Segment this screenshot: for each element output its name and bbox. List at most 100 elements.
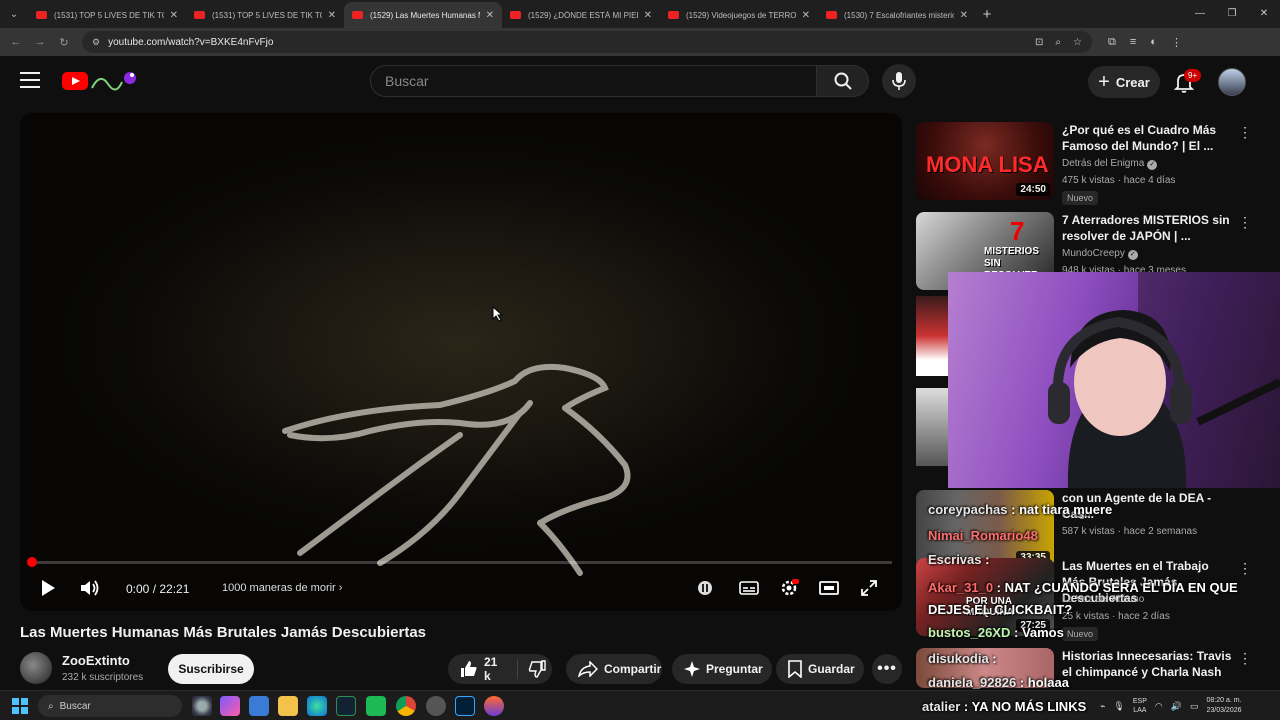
speaker-icon[interactable]: 🔊 xyxy=(1171,701,1182,712)
gear-icon xyxy=(781,579,799,596)
store-icon[interactable] xyxy=(249,696,269,716)
tab-close-icon[interactable]: ✕ xyxy=(644,10,652,21)
bookmark-star-icon[interactable]: ☆ xyxy=(1073,37,1082,48)
site-info-icon[interactable]: ⚙ xyxy=(92,37,100,48)
search-input[interactable]: Buscar xyxy=(370,65,817,97)
more-vertical-icon[interactable]: ⋮ xyxy=(1238,124,1252,141)
copilot-icon[interactable] xyxy=(220,696,240,716)
taskbar-search[interactable]: ⌕ Buscar xyxy=(38,695,182,717)
more-vertical-icon[interactable]: ⋮ xyxy=(1238,214,1252,231)
create-button[interactable]: + Crear xyxy=(1088,66,1160,98)
zoom-icon[interactable]: ⌕ xyxy=(1055,37,1061,48)
back-icon[interactable]: ← xyxy=(4,36,28,48)
browser-tab[interactable]: (1531) TOP 5 LIVES DE TIK TOK ✕ xyxy=(186,2,344,28)
share-button[interactable]: Compartir xyxy=(566,654,662,684)
recommendation-channel: Detrás del Enigma ✓ xyxy=(1062,158,1158,170)
browser-menu-icon[interactable]: ⋮ xyxy=(1171,36,1182,49)
more-vertical-icon[interactable]: ⋮ xyxy=(1238,650,1252,667)
install-app-icon[interactable]: ⊡ xyxy=(1035,37,1043,48)
address-bar: ← → ↻ ⚙ youtube.com/watch?v=BXKE4nFvFjo … xyxy=(0,28,1280,56)
chapter-button[interactable]: 1000 maneras de morir › xyxy=(222,582,342,594)
verified-icon: ✓ xyxy=(1127,250,1138,260)
taskbar-search-label: Buscar xyxy=(59,700,91,712)
video-thumbnail[interactable] xyxy=(916,296,948,376)
search-button[interactable] xyxy=(817,65,869,97)
more-vertical-icon[interactable]: ⋮ xyxy=(1238,560,1252,577)
close-window-icon[interactable]: ✕ xyxy=(1248,0,1280,28)
tab-close-icon[interactable]: ✕ xyxy=(486,10,494,21)
tab-close-icon[interactable]: ✕ xyxy=(802,10,810,21)
mic-icon[interactable]: 🎙 xyxy=(1113,701,1124,712)
channel-avatar[interactable] xyxy=(20,652,52,684)
windows-start-icon[interactable] xyxy=(12,698,28,714)
chrome-icon[interactable] xyxy=(396,696,416,716)
browser-tab[interactable]: (1529) Videojuegos de TERROR ✕ xyxy=(660,2,818,28)
profile-icon[interactable]: ◐ xyxy=(1150,36,1157,49)
account-avatar[interactable] xyxy=(1218,68,1246,96)
recommendation-title: 7 Aterradores MISTERIOS sin resolver de … xyxy=(1062,213,1230,243)
maximize-icon[interactable]: ❐ xyxy=(1216,0,1248,28)
subtitles-button[interactable] xyxy=(738,575,760,601)
app-icon[interactable] xyxy=(192,696,212,716)
subscribe-button[interactable]: Suscribirse xyxy=(168,654,254,684)
network-icon[interactable]: ⌁ xyxy=(1100,701,1105,712)
subscriber-count: 232 k suscriptores xyxy=(62,672,144,683)
photoshop-icon[interactable] xyxy=(455,696,475,716)
language-indicator[interactable]: ESP LAA xyxy=(1133,697,1147,715)
fullscreen-button[interactable] xyxy=(858,575,880,601)
chat-username: daniela_92826 xyxy=(928,675,1017,690)
settings-button[interactable] xyxy=(778,575,800,601)
more-actions-button[interactable]: ••• xyxy=(872,654,902,684)
video-thumbnail[interactable]: MONA LISA 24:50 xyxy=(916,122,1054,200)
tab-close-icon[interactable]: ✕ xyxy=(170,10,178,21)
theater-mode-button[interactable] xyxy=(818,575,840,601)
reading-list-icon[interactable]: ≡ xyxy=(1130,36,1136,49)
clock[interactable]: 08:20 a. m. 23/03/2026 xyxy=(1206,696,1241,716)
minimize-icon[interactable]: — xyxy=(1184,0,1216,28)
tab-search-icon[interactable]: ⌄ xyxy=(0,0,28,28)
progress-bar[interactable] xyxy=(30,561,892,564)
new-tab-button[interactable]: + xyxy=(976,6,998,23)
lang-bottom: LAA xyxy=(1133,707,1147,714)
ask-button[interactable]: Preguntar xyxy=(672,654,772,684)
app-green-icon[interactable] xyxy=(366,696,386,716)
excel-icon[interactable] xyxy=(336,696,356,716)
like-button[interactable] xyxy=(460,660,478,678)
thumbs-down-icon xyxy=(528,660,546,678)
wifi-icon[interactable]: ◠ xyxy=(1155,701,1163,712)
autoplay-toggle[interactable] xyxy=(696,575,714,601)
recommendation-item[interactable]: MONA LISA 24:50 ¿Por qué es el Cuadro Má… xyxy=(916,122,1256,205)
tab-label: (1530) 7 Escalofriantes misterio xyxy=(844,10,954,20)
app-orange-icon[interactable] xyxy=(484,696,504,716)
browser-tab[interactable]: (1531) TOP 5 LIVES DE TIK TOK ✕ xyxy=(28,2,186,28)
browser-tab-active[interactable]: (1529) Las Muertes Humanas M ✕ xyxy=(344,2,502,28)
reload-icon[interactable]: ↻ xyxy=(52,36,76,49)
video-player[interactable]: 0:00 / 22:21 1000 maneras de morir › xyxy=(20,113,902,611)
channel-name[interactable]: ZooExtinto xyxy=(62,653,130,668)
chat-username: Escrivas xyxy=(928,552,982,567)
extensions-icon[interactable]: ⧉ xyxy=(1108,36,1116,49)
url-field[interactable]: ⚙ youtube.com/watch?v=BXKE4nFvFjo ⊡ ⌕ ☆ xyxy=(82,31,1092,53)
logo-doodle xyxy=(91,72,136,91)
forward-icon[interactable]: → xyxy=(28,36,52,48)
file-explorer-icon[interactable] xyxy=(278,696,298,716)
tab-label: (1531) TOP 5 LIVES DE TIK TOK xyxy=(54,10,164,20)
voice-search-button[interactable] xyxy=(882,64,916,98)
obs-icon[interactable] xyxy=(426,696,446,716)
save-button[interactable]: Guardar xyxy=(776,654,864,684)
volume-button[interactable] xyxy=(78,575,102,601)
youtube-logo[interactable] xyxy=(62,72,88,90)
play-button[interactable] xyxy=(36,575,60,601)
thumbs-up-icon xyxy=(461,661,477,677)
edge-icon[interactable] xyxy=(307,696,327,716)
menu-icon[interactable] xyxy=(20,72,40,88)
browser-tab[interactable]: (1529) ¿DÓNDE ESTÁ MI PIEL? | ✕ xyxy=(502,2,660,28)
progress-scrubber[interactable] xyxy=(27,557,37,567)
browser-tab[interactable]: (1530) 7 Escalofriantes misterio ✕ xyxy=(818,2,976,28)
tab-close-icon[interactable]: ✕ xyxy=(960,10,968,21)
chat-message: disukodia : xyxy=(928,651,997,666)
dislike-button[interactable] xyxy=(528,660,546,678)
battery-icon[interactable]: ▭ xyxy=(1190,701,1199,712)
video-thumbnail[interactable] xyxy=(916,388,948,466)
tab-close-icon[interactable]: ✕ xyxy=(328,10,336,21)
